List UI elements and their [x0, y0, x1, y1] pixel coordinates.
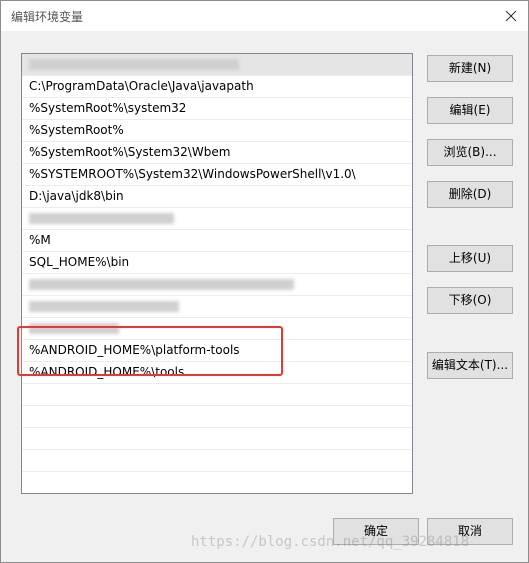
redacted-text	[29, 301, 179, 312]
list-item[interactable]	[22, 318, 412, 340]
list-item[interactable]	[22, 208, 412, 230]
list-item[interactable]: C:\ProgramData\Oracle\Java\javapath	[22, 76, 412, 98]
list-item[interactable]: %SystemRoot%\System32\Wbem	[22, 142, 412, 164]
list-item[interactable]: %ANDROID_HOME%\platform-tools	[22, 340, 412, 362]
list-item[interactable]	[22, 472, 412, 493]
list-item-text: %M	[29, 233, 51, 247]
list-item[interactable]: %SystemRoot%	[22, 120, 412, 142]
title-bar: 编辑环境变量	[1, 1, 528, 31]
list-item[interactable]: %SYSTEMROOT%\System32\WindowsPowerShell\…	[22, 164, 412, 186]
list-item[interactable]	[22, 428, 412, 450]
redacted-text	[29, 213, 174, 224]
list-item-text: D:\java\jdk8\bin	[29, 189, 124, 203]
list-item-text: C:\ProgramData\Oracle\Java\javapath	[29, 79, 254, 93]
list-item[interactable]: %M	[22, 230, 412, 252]
list-item-text: %SystemRoot%	[29, 123, 124, 137]
path-list[interactable]: C:\ProgramData\Oracle\Java\javapath %Syst…	[21, 53, 413, 494]
browse-button[interactable]: 浏览(B)...	[427, 139, 513, 166]
list-item[interactable]	[22, 384, 412, 406]
close-icon	[505, 10, 517, 22]
close-button[interactable]	[494, 1, 528, 31]
list-item[interactable]: %SystemRoot%\system32	[22, 98, 412, 120]
ok-button[interactable]: 确定	[333, 518, 419, 545]
list-item-text: SQL_HOME%\bin	[29, 255, 130, 269]
redacted-text	[29, 279, 294, 290]
dialog-title: 编辑环境变量	[11, 10, 84, 24]
delete-button[interactable]: 删除(D)	[427, 181, 513, 208]
new-button[interactable]: 新建(N)	[427, 55, 513, 82]
list-item-text: %SystemRoot%\System32\Wbem	[29, 145, 231, 159]
list-item-text: %ANDROID_HOME%\platform-tools	[29, 343, 240, 357]
list-item[interactable]: %ANDROID_HOME%\tools	[22, 362, 412, 384]
list-item[interactable]	[22, 296, 412, 318]
move-up-button[interactable]: 上移(U)	[427, 245, 513, 272]
edit-text-button[interactable]: 编辑文本(T)...	[427, 352, 513, 379]
list-item[interactable]	[22, 54, 412, 76]
list-item[interactable]	[22, 406, 412, 428]
redacted-text	[29, 59, 239, 70]
list-item-text: %SystemRoot%\system32	[29, 101, 187, 115]
list-item-text: %SYSTEMROOT%\System32\WindowsPowerShell\…	[29, 167, 356, 181]
edit-env-var-dialog: 编辑环境变量 C:\ProgramData\Oracle\Java\javapa…	[0, 0, 529, 563]
cancel-button[interactable]: 取消	[427, 518, 513, 545]
list-item[interactable]	[22, 274, 412, 296]
list-item[interactable]: D:\java\jdk8\bin	[22, 186, 412, 208]
list-item-text: %ANDROID_HOME%\tools	[29, 365, 185, 379]
list-item[interactable]	[22, 450, 412, 472]
move-down-button[interactable]: 下移(O)	[427, 287, 513, 314]
list-item[interactable]: SQL_HOME%\bin	[22, 252, 412, 274]
redacted-text	[29, 323, 119, 334]
edit-button[interactable]: 编辑(E)	[427, 97, 513, 124]
